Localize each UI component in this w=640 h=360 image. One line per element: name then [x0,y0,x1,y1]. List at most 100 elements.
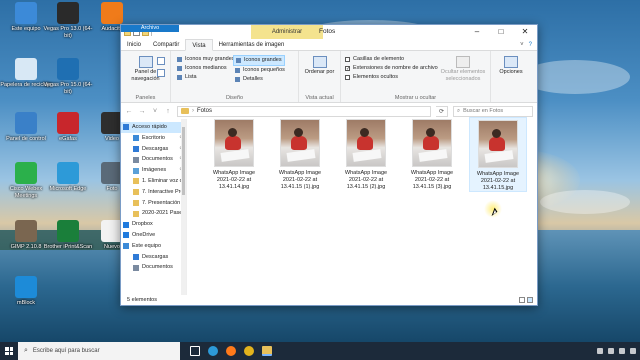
maximize-button[interactable]: □ [489,25,513,39]
download-icon [133,145,139,152]
help-icon[interactable]: ? [529,42,532,48]
tab-picture-tools[interactable]: Herramientas de imagen [213,39,291,50]
image-thumbnail [412,119,452,167]
item-checkboxes-toggle[interactable]: Casillas de elemento [345,55,438,64]
file-explorer-icon[interactable] [262,346,272,356]
nav-item-desktop[interactable]: Escritorio⚲ [121,133,186,144]
search-input[interactable]: ⌕ Buscar en Fotos [453,105,533,117]
tray-icon[interactable] [619,348,625,354]
title-bar[interactable]: Administrar Fotos – □ ✕ [121,25,537,39]
image-thumbnail [346,119,386,167]
file-item[interactable]: WhatsApp Image 2021-02-22 at 13.41.15 (1).… [271,117,329,190]
nav-item-folder[interactable]: 1. Eliminar voz c [121,176,186,187]
nav-item-folder[interactable]: 2020-2021 Pase [121,208,186,219]
tab-view[interactable]: Vista [185,39,213,51]
nav-item-dropbox[interactable]: Dropbox [121,219,186,230]
context-tab-manage[interactable]: Administrar [251,25,323,39]
checkbox-label: Extensiones de nombre de archivo [353,65,438,71]
tray-icon[interactable] [630,348,636,354]
start-button[interactable] [0,342,18,360]
nav-item-download[interactable]: Descargas⚲ [121,144,186,155]
nav-item-label: 7. Interactive Pre [142,188,184,195]
tray-icon[interactable] [608,348,614,354]
sort-by-label: Ordenar por [304,69,335,75]
desktop-icon-label: mBlock [16,300,36,306]
navigation-pane: Acceso rápidoEscritorio⚲Descargas⚲Docume… [121,119,187,295]
recent-locations-icon[interactable]: ˅ [151,108,159,115]
nav-item-label: Descargas [142,145,169,152]
hidden-items-toggle[interactable]: Elementos ocultos [345,73,438,82]
forward-arrow-icon[interactable]: → [138,108,146,115]
nav-item-star[interactable]: Acceso rápido [121,122,186,133]
tab-share[interactable]: Compartir [147,39,185,50]
nav-item-pc[interactable]: Este equipo [121,241,186,252]
file-item[interactable]: WhatsApp Image 2021-02-22 at 13.41.15.jpg [469,117,527,193]
address-bar[interactable]: › Fotos [177,105,431,117]
webex-icon [15,162,37,184]
back-arrow-icon[interactable]: ← [125,108,133,115]
up-arrow-icon[interactable]: ↑ [164,108,172,115]
nav-item-folder[interactable]: 7. Presentación [121,198,186,209]
nav-item-folder[interactable]: 7. Interactive Pre [121,187,186,198]
star-icon [123,124,129,131]
checkbox[interactable] [345,57,350,62]
desktop-icon-mblock[interactable]: mBlock [0,276,52,307]
details-pane-icon[interactable] [157,69,165,77]
nav-item-onedrive[interactable]: OneDrive [121,230,186,241]
nav-item-download[interactable]: Descargas [121,252,186,263]
scrollbar-thumb[interactable] [182,127,185,195]
navigation-pane-icon [138,56,153,68]
file-name-line: 13.41.15 (1).jpg [280,183,320,190]
nav-item-pictures[interactable]: Imágenes⚲ [121,165,186,176]
refresh-button[interactable]: ⟳ [436,105,448,117]
checkbox-checked[interactable]: ✓ [345,66,350,72]
folder-icon [133,189,139,196]
taskbar-search[interactable]: ⌕ Escribe aquí para buscar [18,342,180,360]
close-button[interactable]: ✕ [513,25,537,39]
sort-icon [312,56,327,68]
layout-option[interactable]: Iconos medianos [175,64,235,73]
chrome-icon[interactable] [244,346,254,356]
layout-option-selected[interactable]: Iconos grandes [233,55,285,66]
large-icons-view-icon[interactable] [527,297,533,303]
folder-icon [133,178,139,185]
hide-selected-button[interactable]: Ocultar elementos seleccionados [439,53,487,83]
taskbar-search-placeholder: Escribe aquí para buscar [32,348,100,354]
preview-pane-icon[interactable] [157,57,165,65]
checkbox[interactable] [345,75,350,80]
file-explorer-window[interactable]: Administrar Fotos – □ ✕ Archivo Inicio C… [120,24,538,306]
desktop-icon-vegas-pro-15[interactable]: Vegas Pro 15.0 (64-bit) [42,58,94,95]
layout-option[interactable]: Detalles [233,75,285,84]
layout-option[interactable]: Iconos muy grandes [175,55,235,64]
firefox-icon[interactable] [226,346,236,356]
minimize-button[interactable]: – [465,25,489,39]
nav-item-doc[interactable]: Documentos⚲ [121,154,186,165]
file-name-line: WhatsApp Image [344,170,388,176]
chevron-right-icon: › [192,108,194,114]
file-item[interactable]: WhatsApp Image 2021-02-22 at 13.41.15 (2).… [337,117,395,190]
nav-scrollbar[interactable] [181,119,186,295]
gimp-icon [15,220,37,242]
details-view-icon[interactable] [519,297,525,303]
layout-column-1: Iconos muy grandes Iconos medianos Lista [175,55,235,82]
task-view-icon[interactable] [190,346,200,356]
this-pc-icon [15,2,37,24]
chevron-down-icon[interactable]: ˅ [520,42,524,48]
mblock-icon [15,276,37,298]
options-button[interactable]: Opciones [491,51,531,76]
file-item[interactable]: WhatsApp Image 2021-02-22 at 13.41.14.jpg [205,117,263,190]
file-item[interactable]: WhatsApp Image 2021-02-22 at 13.41.15 (3).… [403,117,461,190]
tray-icon[interactable] [597,348,603,354]
navigation-pane-button[interactable]: Panel de navegación [121,51,170,83]
tab-file[interactable]: Archivo [121,25,179,32]
edge-icon[interactable] [208,346,218,356]
layout-option[interactable]: Lista [175,73,235,82]
ribbon-group-label: Vista actual [305,95,334,101]
image-thumbnail [478,120,518,168]
nav-item-label: Escritorio [142,134,165,141]
tab-home[interactable]: Inicio [121,39,147,50]
layout-option[interactable]: Iconos pequeños [233,66,285,75]
file-extensions-toggle[interactable]: ✓ Extensiones de nombre de archivo [345,64,438,73]
nav-item-doc[interactable]: Documentos [121,262,186,273]
sort-by-button[interactable]: Ordenar por [299,51,340,76]
